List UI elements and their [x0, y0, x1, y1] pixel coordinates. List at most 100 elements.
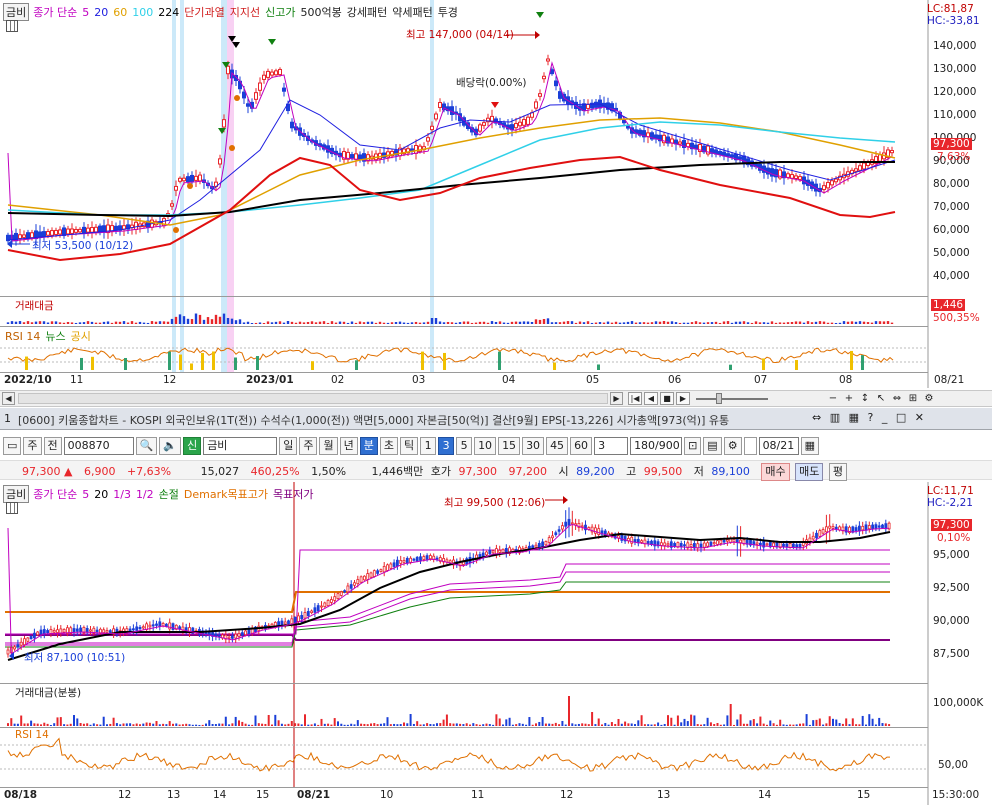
date-input[interactable]: 08/21: [758, 437, 799, 455]
bottom-chart-panel[interactable]: 금비 종가 단순 5 20 1/3 1/2 손절 Demark목표고가 목표저가 LC:11,7…: [0, 482, 992, 805]
candle: [350, 154, 354, 159]
count-input[interactable]: 3: [594, 437, 629, 455]
candle: [95, 629, 99, 633]
window-layout-icon[interactable]: ▥: [830, 411, 840, 424]
period-tab-0[interactable]: 일: [279, 437, 298, 455]
period-tab-3[interactable]: 년: [339, 437, 358, 455]
window-tile-icon[interactable]: ▦: [849, 411, 859, 424]
grid-icon[interactable]: [6, 20, 18, 32]
prev-button[interactable]: ◀: [644, 392, 658, 405]
candle: [828, 525, 832, 529]
candle: [62, 629, 66, 633]
scroll-left-button[interactable]: ◀: [2, 392, 15, 405]
interval-tab-15[interactable]: 15: [498, 437, 521, 455]
window-maximize-icon[interactable]: □: [896, 411, 906, 424]
candle: [78, 228, 82, 233]
zoom-in-icon[interactable]: +: [842, 392, 856, 405]
gear-icon[interactable]: ⚙: [723, 437, 742, 455]
top-y-tick: 70,000: [933, 201, 970, 213]
interval-tab-60[interactable]: 60: [570, 437, 593, 455]
interval-tab-10[interactable]: 10: [474, 437, 497, 455]
scroll-right-button[interactable]: ▶: [610, 392, 623, 405]
arrow-icon[interactable]: ↕: [858, 392, 872, 405]
volume-bar: [119, 724, 122, 726]
period-tab-6[interactable]: 틱: [399, 437, 419, 455]
fit-icon[interactable]: ⊞: [906, 392, 920, 405]
period-select[interactable]: 주: [23, 437, 42, 455]
bottom-stock-name[interactable]: 금비: [3, 485, 30, 503]
top-price-chart[interactable]: [0, 0, 992, 388]
candle: [306, 611, 310, 617]
volume-bar: [601, 724, 603, 726]
settings-icon[interactable]: ⚙: [922, 392, 936, 405]
candle: [23, 638, 26, 646]
period-tab-1[interactable]: 주: [299, 437, 318, 455]
top-scroll-bar[interactable]: ◀ ▶ |◀ ◀ ■ ▶ − + ↕ ↖ ⇔ ⊞ ⚙: [0, 390, 992, 407]
top-ma-224: 224: [158, 6, 180, 19]
volume-bar: [466, 321, 470, 324]
volume-bar: [647, 724, 650, 726]
volume-bar: [125, 723, 128, 726]
candle: [386, 564, 389, 571]
range-input[interactable]: 180/900: [630, 437, 683, 455]
top-chart-panel[interactable]: 금비 종가 단순 5 20 60 100 224 단기과열 지지선 신고가 500억봉 강세패턴 약세패…: [0, 0, 992, 388]
scroll-thumb[interactable]: [18, 393, 608, 404]
period-tab-4[interactable]: 분: [359, 437, 378, 455]
first-button[interactable]: |◀: [628, 392, 642, 405]
interval-tab-45[interactable]: 45: [546, 437, 569, 455]
avg-button[interactable]: 평: [828, 463, 848, 481]
signal-arrow-icon: [536, 12, 544, 18]
new-tag[interactable]: 신: [183, 437, 202, 455]
window-minimize-icon[interactable]: _: [882, 411, 888, 424]
period-tab-5[interactable]: 초: [379, 437, 398, 455]
volume-bar: [442, 719, 445, 726]
search-icon[interactable]: 🔍: [135, 437, 158, 455]
volume-bar: [46, 322, 50, 324]
news-marker: [190, 363, 193, 370]
sell-button[interactable]: 매도: [795, 463, 824, 481]
zoom-slider[interactable]: [696, 398, 768, 400]
top-stock-name[interactable]: 금비: [3, 3, 30, 21]
window-link-icon[interactable]: ⇔: [812, 411, 821, 424]
volume-bar: [650, 322, 654, 324]
volume-bar: [102, 321, 106, 324]
bottom-price-chart[interactable]: [0, 482, 992, 805]
period-tab-2[interactable]: 월: [319, 437, 338, 455]
quote-low: 89,100: [711, 465, 750, 478]
window-help-icon[interactable]: ?: [868, 411, 874, 424]
speaker-icon[interactable]: 🔈: [159, 437, 182, 455]
stop-button[interactable]: ■: [660, 392, 674, 405]
volume-bar: [714, 321, 718, 324]
candle: [174, 185, 178, 191]
table-icon[interactable]: ▤: [703, 437, 722, 455]
panel-icon[interactable]: ▭: [3, 437, 22, 455]
volume-bar: [446, 321, 450, 324]
bottom-grid-icon[interactable]: [6, 502, 18, 514]
date-checkbox[interactable]: [743, 437, 757, 455]
calendar-icon[interactable]: ▦: [800, 437, 819, 455]
chart-config-icon[interactable]: ⊡: [684, 437, 702, 455]
interval-tab-30[interactable]: 30: [522, 437, 545, 455]
candle: [300, 615, 304, 620]
stock-name-input[interactable]: 금비: [203, 437, 278, 455]
candle: [270, 71, 274, 76]
window-close-icon[interactable]: ✕: [915, 411, 924, 424]
volume-bar: [234, 320, 238, 324]
interval-tab-1[interactable]: 1: [420, 437, 437, 455]
next-button[interactable]: ▶: [676, 392, 690, 405]
zoom-out-icon[interactable]: −: [826, 392, 840, 405]
volume-bar: [373, 723, 376, 726]
buy-button[interactable]: 매수: [761, 463, 790, 481]
zoom-slider-thumb[interactable]: [716, 393, 722, 404]
interval-tab-5[interactable]: 5: [456, 437, 473, 455]
volume-bar: [226, 318, 230, 324]
pointer-icon[interactable]: ↖: [874, 392, 888, 405]
prev-select[interactable]: 전: [43, 437, 62, 455]
expand-icon[interactable]: ⇔: [890, 392, 904, 405]
stock-code-input[interactable]: 008870: [63, 437, 134, 455]
window-title-bar[interactable]: 1 [0600] 키움종합차트 - KOSPI 외국인보유(1T(전)) 수석수…: [0, 408, 992, 430]
volume-bar: [465, 723, 468, 726]
interval-tab-3[interactable]: 3: [438, 437, 455, 455]
candle: [826, 182, 830, 189]
bottom-x-label: 11: [471, 789, 485, 801]
